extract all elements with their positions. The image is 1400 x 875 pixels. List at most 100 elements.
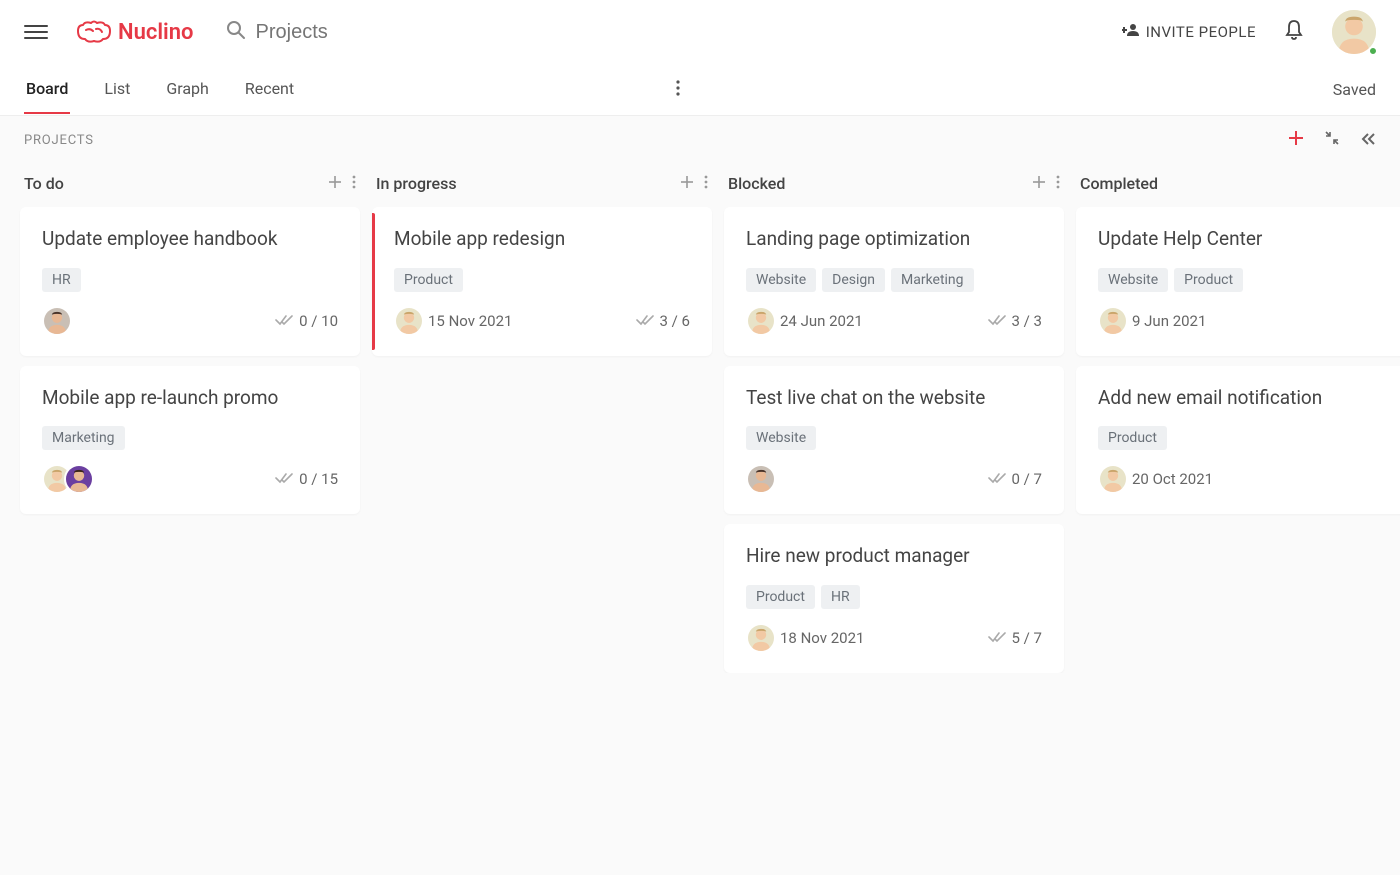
- column-title: Completed: [1080, 174, 1400, 193]
- checklist-icon: [636, 312, 654, 330]
- column: Blocked Landing page optimization Websit…: [724, 164, 1064, 673]
- invite-label: INVITE PEOPLE: [1146, 23, 1256, 41]
- tag: HR: [821, 585, 860, 609]
- tab-board[interactable]: Board: [24, 65, 70, 114]
- assignee-avatar: [746, 464, 776, 494]
- person-add-icon: [1122, 23, 1140, 41]
- assignee-list: [746, 464, 768, 494]
- bell-icon: [1284, 19, 1304, 41]
- tag-list: WebsiteDesignMarketing: [746, 268, 1042, 292]
- plus-icon: [1032, 174, 1046, 193]
- card[interactable]: Hire new product manager ProductHR 18 No…: [724, 524, 1064, 673]
- tag-list: HR: [42, 268, 338, 292]
- column-add-button[interactable]: [680, 174, 694, 193]
- card[interactable]: Add new email notification Product 20 Oc…: [1076, 366, 1400, 515]
- column-title: Blocked: [728, 174, 1022, 193]
- tag: Product: [746, 585, 815, 609]
- column: In progress Mobile app redesign Product …: [372, 164, 712, 673]
- panel-collapse-button[interactable]: [1360, 131, 1376, 150]
- card[interactable]: Update employee handbook HR 0 / 10: [20, 207, 360, 356]
- column-header: Blocked: [724, 164, 1064, 207]
- save-status: Saved: [1333, 80, 1376, 99]
- column-more-button[interactable]: [1056, 174, 1060, 193]
- card-list: Landing page optimization WebsiteDesignM…: [724, 207, 1064, 673]
- collapse-button[interactable]: [1324, 130, 1340, 150]
- card[interactable]: Landing page optimization WebsiteDesignM…: [724, 207, 1064, 356]
- tag: Website: [746, 426, 816, 450]
- more-vertical-icon: [676, 80, 680, 96]
- add-button[interactable]: [1288, 130, 1304, 150]
- column-title: To do: [24, 174, 318, 193]
- card-list: Mobile app redesign Product 15 Nov 20213…: [372, 207, 712, 356]
- column-add-button[interactable]: [328, 174, 342, 193]
- tag: Design: [822, 268, 885, 292]
- card[interactable]: Mobile app re-launch promo Marketing 0 /…: [20, 366, 360, 515]
- card[interactable]: Mobile app redesign Product 15 Nov 20213…: [372, 207, 712, 356]
- plus-icon: [1288, 130, 1304, 146]
- tag: Marketing: [42, 426, 125, 450]
- column-more-button[interactable]: [704, 174, 708, 193]
- column-header: In progress: [372, 164, 712, 207]
- tag-list: Marketing: [42, 426, 338, 450]
- view-tabs: Board List Graph Recent: [24, 65, 670, 114]
- tab-list[interactable]: List: [102, 65, 132, 114]
- card-title: Update employee handbook: [42, 227, 338, 252]
- card[interactable]: Update Help Center WebsiteProduct 9 Jun …: [1076, 207, 1400, 356]
- tag: Product: [394, 268, 463, 292]
- assignee-avatar: [1098, 306, 1128, 336]
- card-title: Add new email notification: [1098, 386, 1394, 411]
- tag: Product: [1098, 426, 1167, 450]
- search-input[interactable]: [256, 21, 456, 44]
- card-title: Update Help Center: [1098, 227, 1394, 252]
- column-add-button[interactable]: [1032, 174, 1046, 193]
- tag-list: Website: [746, 426, 1042, 450]
- invite-people-button[interactable]: INVITE PEOPLE: [1122, 23, 1256, 41]
- collapse-icon: [1324, 130, 1340, 146]
- card-list: Update employee handbook HR 0 / 10 Mobil…: [20, 207, 360, 514]
- card-title: Mobile app re-launch promo: [42, 386, 338, 411]
- card-footer: 15 Nov 2021 3 / 6: [394, 306, 690, 336]
- chevrons-left-icon: [1360, 132, 1376, 146]
- card-title: Test live chat on the website: [746, 386, 1042, 411]
- card-footer: 0 / 7: [746, 464, 1042, 494]
- assignee-list: [1098, 306, 1120, 336]
- assignee-avatar: [64, 464, 94, 494]
- due-date: 15 Nov 2021: [428, 312, 512, 330]
- checklist-progress: 0 / 10: [275, 312, 338, 330]
- checklist-progress: 5 / 7: [988, 629, 1043, 647]
- header-actions: INVITE PEOPLE: [1122, 10, 1376, 54]
- due-date: 20 Oct 2021: [1132, 470, 1213, 488]
- progress-text: 0 / 7: [1012, 470, 1043, 488]
- due-date: 24 Jun 2021: [780, 312, 863, 330]
- board: To do Update employee handbook HR 0 / 10…: [0, 164, 1400, 673]
- column: Completed Update Help Center WebsiteProd…: [1076, 164, 1400, 673]
- tag: Product: [1174, 268, 1243, 292]
- logo-text: Nuclino: [118, 20, 194, 45]
- tab-graph[interactable]: Graph: [164, 65, 211, 114]
- tag: HR: [42, 268, 81, 292]
- column-header: To do: [20, 164, 360, 207]
- progress-text: 0 / 10: [299, 312, 338, 330]
- search[interactable]: [226, 20, 1122, 44]
- plus-icon: [680, 174, 694, 193]
- tabs-more-button[interactable]: [670, 66, 686, 114]
- assignee-avatar: [394, 306, 424, 336]
- column-more-button[interactable]: [352, 174, 356, 193]
- menu-button[interactable]: [24, 20, 48, 44]
- presence-indicator: [1368, 46, 1378, 56]
- tag-list: Product: [394, 268, 690, 292]
- tab-recent[interactable]: Recent: [243, 65, 296, 114]
- assignee-list: [42, 464, 86, 494]
- card[interactable]: Test live chat on the website Website 0 …: [724, 366, 1064, 515]
- checklist-progress: 0 / 15: [275, 470, 338, 488]
- assignee-list: [746, 306, 768, 336]
- card-list: Update Help Center WebsiteProduct 9 Jun …: [1076, 207, 1400, 514]
- notifications-button[interactable]: [1284, 19, 1304, 45]
- checklist-progress: 3 / 6: [636, 312, 691, 330]
- card-title: Hire new product manager: [746, 544, 1042, 569]
- due-date: 18 Nov 2021: [780, 629, 864, 647]
- column: To do Update employee handbook HR 0 / 10…: [20, 164, 360, 673]
- user-avatar[interactable]: [1332, 10, 1376, 54]
- logo[interactable]: Nuclino: [76, 19, 194, 45]
- checklist-icon: [275, 312, 293, 330]
